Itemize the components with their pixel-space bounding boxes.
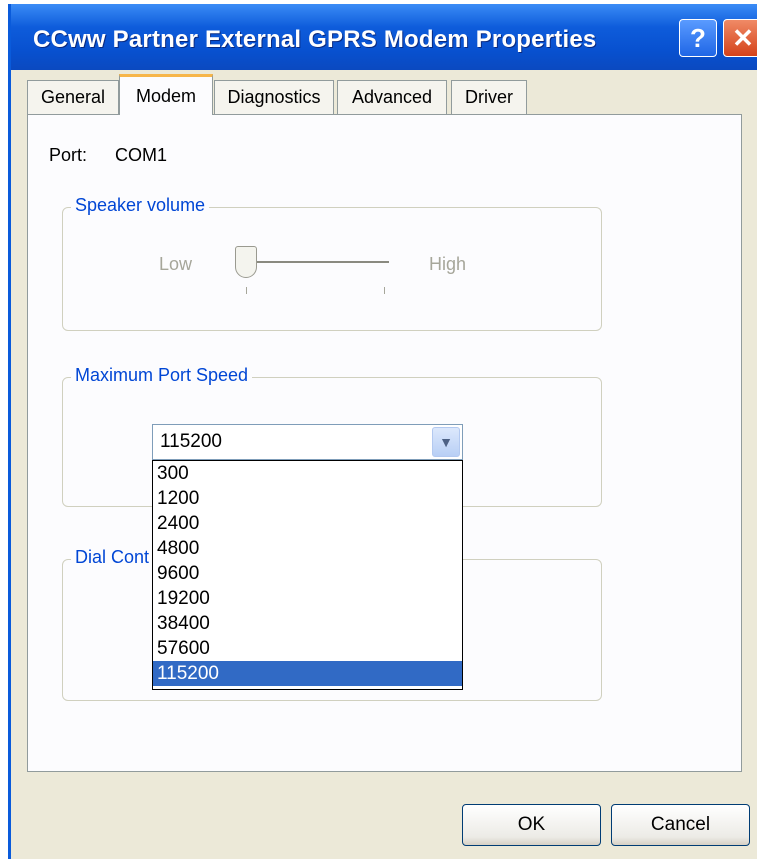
modem-tab-panel: Port: COM1 Speaker volume Low High Maxim… <box>27 114 742 772</box>
list-item[interactable]: 57600 <box>153 636 462 661</box>
port-speed-dropdown-list: 300 1200 2400 4800 9600 19200 38400 5760… <box>152 460 463 690</box>
close-icon[interactable]: ✕ <box>723 19 757 57</box>
slider-tick <box>384 287 385 294</box>
list-item[interactable]: 38400 <box>153 611 462 636</box>
slider-low-label: Low <box>159 254 193 274</box>
list-item[interactable]: 2400 <box>153 511 462 536</box>
tab-diagnostics[interactable]: Diagnostics <box>214 80 334 114</box>
volume-slider-track[interactable] <box>241 261 389 263</box>
tab-advanced[interactable]: Advanced <box>337 80 447 114</box>
port-value: COM1 <box>115 145 168 165</box>
speaker-volume-legend: Speaker volume <box>71 195 210 216</box>
list-item[interactable]: 300 <box>153 461 462 486</box>
port-speed-value: 115200 <box>160 431 222 452</box>
port-speed-select[interactable]: 115200 ▼ <box>152 424 463 460</box>
tab-modem[interactable]: Modem <box>119 74 213 115</box>
dial-control-legend: Dial Cont <box>71 547 154 568</box>
list-item[interactable]: 19200 <box>153 586 462 611</box>
cancel-button[interactable]: Cancel <box>611 804 750 846</box>
volume-slider-thumb[interactable] <box>235 246 257 278</box>
max-port-speed-legend: Maximum Port Speed <box>71 365 253 386</box>
tab-driver[interactable]: Driver <box>451 80 527 114</box>
title-bar[interactable]: CCww Partner External GPRS Modem Propert… <box>11 4 757 70</box>
tab-general[interactable]: General <box>27 80 119 114</box>
ok-button[interactable]: OK <box>462 804 601 846</box>
slider-tick <box>246 287 247 294</box>
speaker-volume-group: Speaker volume Low High <box>62 195 602 331</box>
slider-high-label: High <box>429 254 467 274</box>
list-item[interactable]: 4800 <box>153 536 462 561</box>
help-icon[interactable]: ? <box>679 19 717 57</box>
chevron-down-icon[interactable]: ▼ <box>432 427 460 457</box>
list-item-selected[interactable]: 115200 <box>153 661 462 686</box>
list-item[interactable]: 1200 <box>153 486 462 511</box>
port-label: Port: <box>49 145 88 165</box>
window-title: CCww Partner External GPRS Modem Propert… <box>33 26 597 53</box>
list-item[interactable]: 9600 <box>153 561 462 586</box>
